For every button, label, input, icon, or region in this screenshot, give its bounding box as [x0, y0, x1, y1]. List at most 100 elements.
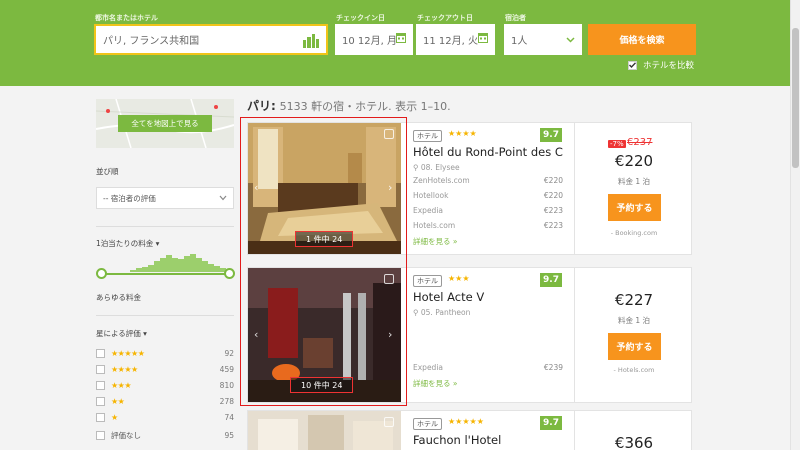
- guests-label: 宿泊者: [505, 14, 526, 22]
- hotel-card[interactable]: ホテル ★★★★★ 9.7 Fauchon l'Hotel €366: [247, 410, 692, 450]
- checkbox[interactable]: [96, 364, 105, 374]
- favorite-icon[interactable]: [384, 417, 394, 427]
- provider-price: €220: [543, 176, 563, 185]
- more-details-link[interactable]: 詳細を見る »: [413, 236, 457, 247]
- provider-price: €223: [543, 206, 563, 215]
- provider-row[interactable]: Hotels.com €223: [413, 221, 563, 230]
- hotel-photo[interactable]: [248, 411, 401, 450]
- show-on-map-button[interactable]: 全てを地図上で見る: [118, 115, 212, 132]
- divider: [96, 315, 234, 316]
- provider-name: Expedia: [413, 363, 443, 372]
- map-pin-icon: ⚲: [413, 308, 419, 317]
- property-type-badge: ホテル: [413, 130, 442, 142]
- compare-hotels-toggle[interactable]: ホテルを比較: [628, 59, 694, 71]
- page-scrollbar[interactable]: [790, 0, 800, 450]
- provider-price: €220: [543, 191, 563, 200]
- provider-row[interactable]: Expedia €239: [413, 363, 563, 372]
- book-button[interactable]: 予約する: [608, 194, 661, 221]
- sort-select[interactable]: -- 宿泊者の評価: [96, 187, 234, 209]
- rating-score-badge: 9.7: [540, 273, 562, 287]
- provider-row[interactable]: Expedia €223: [413, 206, 563, 215]
- property-type-badge: ホテル: [413, 275, 442, 287]
- hotel-stars: ★★★★: [448, 129, 477, 138]
- star-filter-row[interactable]: ★★★★★ 92: [96, 346, 234, 360]
- price-slider-max-handle[interactable]: [224, 268, 235, 279]
- mini-map[interactable]: 全てを地図上で見る: [96, 99, 234, 148]
- caret-down-icon: ▾: [155, 239, 160, 248]
- per-night-label: 料金 1 泊: [617, 177, 651, 186]
- unrated-label: 評価なし: [111, 430, 141, 440]
- price-source: - Hotels.com: [613, 366, 655, 374]
- compare-hotels-label: ホテルを比較: [643, 61, 695, 71]
- star-count: 95: [224, 430, 234, 440]
- provider-row[interactable]: ZenHotels.com €220: [413, 176, 563, 185]
- price-slider-min-handle[interactable]: [96, 268, 107, 279]
- book-button[interactable]: 予約する: [608, 333, 661, 360]
- price-filter-heading[interactable]: 1泊当たりの料金 ▾: [96, 238, 159, 249]
- star-count: 92: [224, 348, 234, 358]
- checkbox-checked-icon[interactable]: [628, 60, 637, 70]
- provider-row[interactable]: Hotellook €220: [413, 191, 563, 200]
- search-button[interactable]: 価格を検索: [588, 24, 696, 55]
- star-filter-row[interactable]: 評価なし 95: [96, 428, 234, 442]
- checkout-field[interactable]: 11 12月, 火: [416, 24, 495, 55]
- stars-filter-label: 星による評価: [96, 329, 141, 338]
- hotel-stars: ★★★★★: [448, 417, 484, 426]
- checkbox[interactable]: [96, 348, 105, 358]
- star-rating: ★: [111, 412, 118, 422]
- price-filter-label: 1泊当たりの料金: [96, 239, 154, 248]
- hotel-price: €220: [614, 152, 654, 170]
- photo-column-highlight: [240, 117, 407, 406]
- checkin-field[interactable]: 10 12月, 月: [335, 24, 413, 55]
- star-count: 459: [219, 364, 234, 374]
- price-slider-track[interactable]: [101, 273, 229, 275]
- rating-score-badge: 9.7: [540, 128, 562, 142]
- results-heading: パリ: 5133 軒の宿・ホテル. 表示 1–10.: [247, 97, 451, 114]
- scrollbar-thumb[interactable]: [792, 28, 799, 168]
- price-box: -7% €237 €220 料金 1 泊 予約する - Booking.com: [574, 123, 692, 254]
- star-rating: ★★★★: [111, 364, 138, 374]
- checkbox[interactable]: [96, 412, 105, 422]
- star-filter-row[interactable]: ★ 74: [96, 410, 234, 424]
- hotel-name-link[interactable]: Hotel Acte V: [413, 290, 563, 304]
- checkout-value: 11 12月, 火: [423, 36, 478, 47]
- checkin-label: チェックイン日: [336, 14, 385, 22]
- destination-value: パリ, フランス共和国: [103, 36, 200, 47]
- hotel-name-link[interactable]: Fauchon l'Hotel: [413, 433, 563, 447]
- checkout-label: チェックアウト日: [417, 14, 473, 22]
- hotel-location-text: 08. Elysee: [420, 163, 460, 172]
- destination-input[interactable]: パリ, フランス共和国: [94, 24, 328, 55]
- caret-down-icon: ▾: [143, 329, 147, 338]
- stars-filter-heading[interactable]: 星による評価 ▾: [96, 328, 147, 339]
- hotel-name-link[interactable]: Hôtel du Rond-Point des C...: [413, 145, 563, 159]
- discount-badge: -7%: [608, 140, 626, 148]
- star-rating: ★★★★★: [111, 348, 145, 358]
- checkbox[interactable]: [96, 396, 105, 406]
- sort-label: 並び順: [96, 167, 119, 176]
- hotel-location: ⚲ 08. Elysee: [413, 163, 460, 172]
- star-rating: ★★★: [111, 380, 132, 390]
- provider-name: Expedia: [413, 206, 443, 215]
- calendar-icon: [478, 32, 488, 46]
- map-pin-icon: ⚲: [413, 163, 419, 172]
- checkbox[interactable]: [96, 380, 105, 390]
- star-count: 278: [219, 396, 234, 406]
- price-source: - Booking.com: [610, 229, 658, 237]
- provider-name: Hotels.com: [413, 221, 456, 230]
- star-filter-row[interactable]: ★★★ 810: [96, 378, 234, 392]
- provider-name: ZenHotels.com: [413, 176, 470, 185]
- checkbox[interactable]: [96, 430, 105, 440]
- star-filter-row[interactable]: ★★ 278: [96, 394, 234, 408]
- hotel-price: €227: [614, 291, 654, 309]
- divider: [96, 226, 234, 227]
- provider-name: Hotellook: [413, 191, 449, 200]
- guests-select[interactable]: 1人: [504, 24, 582, 55]
- star-filter-row[interactable]: ★★★★ 459: [96, 362, 234, 376]
- results-summary: 5133 軒の宿・ホテル. 表示 1–10.: [279, 100, 451, 113]
- provider-price: €239: [543, 363, 563, 372]
- more-details-link[interactable]: 詳細を見る »: [413, 378, 457, 389]
- rating-score-badge: 9.7: [540, 416, 562, 430]
- star-count: 810: [219, 380, 234, 390]
- calendar-icon: [396, 32, 406, 46]
- guests-value: 1人: [511, 36, 528, 47]
